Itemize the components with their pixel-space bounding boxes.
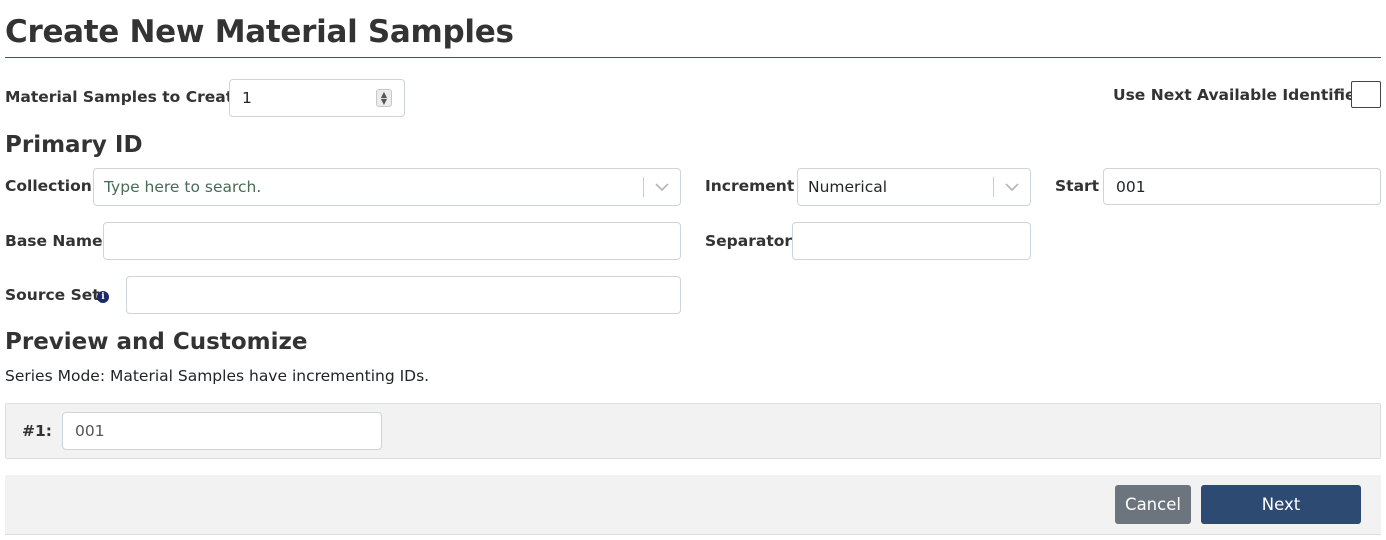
next-button[interactable]: Next [1201,485,1361,524]
separator-input[interactable] [792,222,1031,260]
start-input[interactable]: 001 [1103,168,1381,205]
preview-row-label: #1: [22,422,52,440]
sample-count-label: Material Samples to Create [5,88,244,106]
increment-select[interactable]: Numerical [797,168,1031,206]
info-icon[interactable]: i [97,291,109,303]
series-mode-text: Series Mode: Material Samples have incre… [5,367,430,385]
preview-heading: Preview and Customize [5,329,308,355]
page-title: Create New Material Samples [5,14,514,50]
source-set-input[interactable] [126,276,681,314]
increment-value: Numerical [808,178,888,196]
preview-row-input[interactable]: 001 [62,412,382,450]
chevron-down-icon[interactable] [994,182,1030,192]
start-label: Start [1055,177,1100,195]
collection-label: Collection [5,177,92,195]
cancel-button[interactable]: Cancel [1115,485,1191,524]
start-value: 001 [1116,177,1146,196]
base-name-input[interactable] [103,222,681,260]
use-next-identifier-label: Use Next Available Identifier [1113,86,1364,104]
base-name-label: Base Name [5,232,103,250]
collection-placeholder: Type here to search. [104,178,262,196]
collection-select[interactable]: Type here to search. [93,168,681,206]
source-set-label: Source Set [5,286,100,304]
separator-label: Separator [705,232,793,250]
title-divider [5,57,1381,58]
spinner-icon[interactable]: ▲ ▼ [376,89,392,107]
increment-label: Increment [705,177,795,195]
chevron-down-icon[interactable] [644,182,680,192]
primary-id-heading: Primary ID [5,132,143,158]
sample-count-input[interactable]: 1 ▲ ▼ [229,79,405,117]
sample-count-value: 1 [242,89,252,107]
use-next-identifier-checkbox[interactable] [1351,81,1381,108]
preview-row-value: 001 [75,422,105,440]
